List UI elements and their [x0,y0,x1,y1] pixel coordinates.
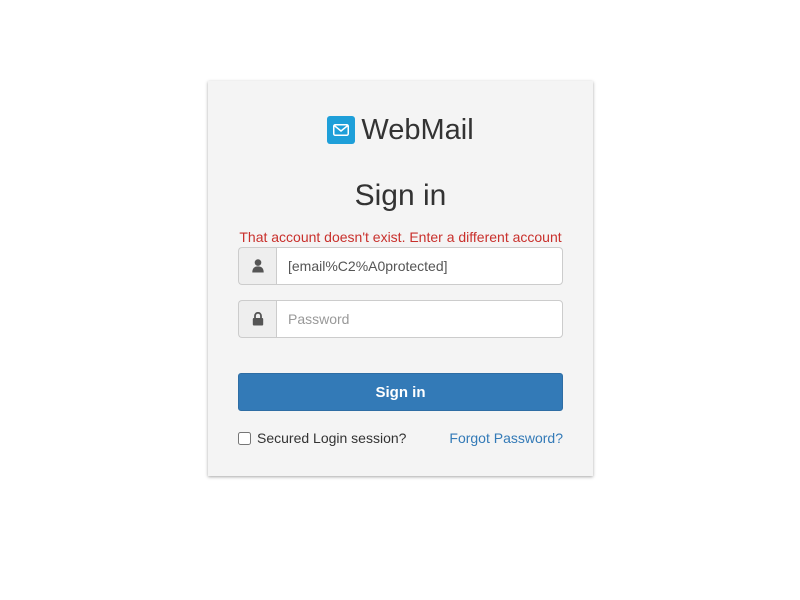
password-group [238,300,563,338]
page-title: Sign in [354,179,447,212]
secured-login-option: Secured Login session? [238,430,406,446]
error-message: That account doesn't exist. Enter a diff… [239,229,562,245]
lock-icon [238,300,276,338]
secured-login-checkbox[interactable] [238,431,251,445]
brand-name: WebMail [361,114,474,146]
forgot-password-link[interactable]: Forgot Password? [449,430,563,446]
password-input[interactable] [276,300,563,338]
sign-in-button[interactable]: Sign in [238,373,563,411]
login-card: WebMail Sign in That account doesn't exi… [208,81,593,476]
brand-header: WebMail [208,113,593,147]
username-input[interactable] [276,247,563,285]
login-options: Secured Login session? Forgot Password? [238,428,563,448]
user-icon [238,247,276,285]
username-group [238,247,563,285]
secured-login-label: Secured Login session? [257,430,407,446]
envelope-icon [327,116,356,144]
